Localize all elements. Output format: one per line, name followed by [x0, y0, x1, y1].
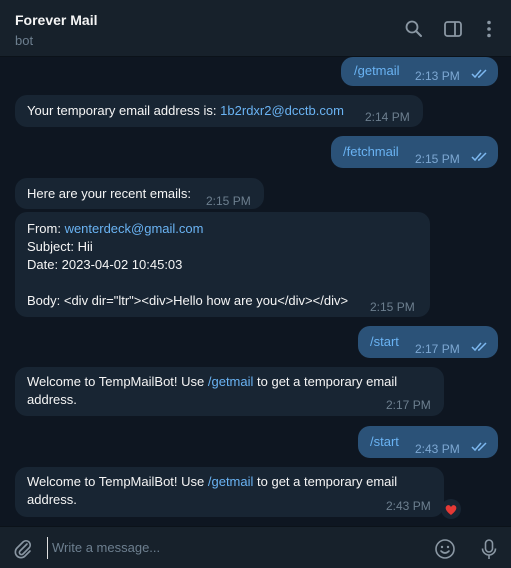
message-list[interactable]: /getmail 2:13 PM Your temporary email ad… [0, 57, 511, 526]
message-composer: Write a message... [0, 526, 511, 568]
message-time: 2:15 PM [206, 194, 251, 208]
message-input[interactable]: Write a message... [47, 537, 407, 559]
message-outgoing[interactable]: /start 2:17 PM [358, 326, 498, 358]
bot-command-link[interactable]: /start [370, 333, 399, 351]
message-text: Here are your recent emails: [27, 186, 192, 201]
message-incoming[interactable]: Here are your recent emails: 2:15 PM [15, 178, 264, 209]
heart-reaction[interactable] [441, 499, 461, 519]
message-time: 2:43 PM [386, 499, 431, 513]
message-text-line2: address. [27, 392, 77, 407]
message-text: Welcome to TempMailBot! Use /getmail to … [27, 474, 398, 489]
bot-command-link[interactable]: /start [370, 433, 399, 451]
email-from-line: From: wenterdeck@gmail.com [27, 221, 204, 236]
sidebar-toggle-icon[interactable] [443, 19, 463, 39]
emoji-icon[interactable] [434, 538, 456, 560]
heart-reaction-icon [445, 505, 457, 515]
attach-icon[interactable] [12, 538, 34, 560]
bot-command-link[interactable]: /getmail [208, 474, 254, 489]
read-checkmarks-icon [471, 69, 487, 79]
message-outgoing[interactable]: /start 2:43 PM [358, 426, 498, 458]
message-outgoing[interactable]: /fetchmail 2:15 PM [331, 136, 498, 168]
message-time: 2:17 PM [415, 342, 460, 356]
message-text: Your temporary email address is: 1b2rdxr… [27, 103, 344, 118]
message-time: 2:14 PM [365, 110, 410, 124]
message-incoming[interactable]: From: wenterdeck@gmail.com Subject: Hii … [15, 212, 430, 317]
email-date: Date: 2023-04-02 10:45:03 [27, 257, 183, 272]
chat-title[interactable]: Forever Mail [15, 12, 97, 28]
message-time: 2:43 PM [415, 442, 460, 456]
bot-command-link[interactable]: /getmail [354, 62, 400, 80]
read-checkmarks-icon [471, 152, 487, 162]
read-checkmarks-icon [471, 342, 487, 352]
message-incoming[interactable]: Welcome to TempMailBot! Use /getmail to … [15, 467, 444, 517]
message-time: 2:15 PM [370, 300, 415, 314]
bot-command-link[interactable]: /fetchmail [343, 143, 399, 161]
email-body: Body: <div dir="ltr"><div>Hello how are … [27, 293, 349, 308]
message-time: 2:15 PM [415, 152, 460, 166]
more-vertical-icon[interactable] [479, 19, 499, 39]
message-time: 2:13 PM [415, 69, 460, 83]
email-subject: Subject: Hii [27, 239, 93, 254]
message-incoming[interactable]: Your temporary email address is: 1b2rdxr… [15, 95, 423, 127]
message-text: Welcome to TempMailBot! Use /getmail to … [27, 374, 398, 389]
chat-subtitle: bot [15, 33, 34, 48]
message-outgoing[interactable]: /getmail 2:13 PM [341, 57, 498, 86]
message-incoming[interactable]: Welcome to TempMailBot! Use /getmail to … [15, 367, 444, 416]
sender-email-link[interactable]: wenterdeck@gmail.com [65, 221, 204, 236]
message-time: 2:17 PM [386, 398, 431, 412]
microphone-icon[interactable] [478, 538, 500, 560]
bot-command-link[interactable]: /getmail [208, 374, 254, 389]
email-address-link[interactable]: 1b2rdxr2@dcctb.com [220, 103, 344, 118]
chat-header: Forever Mail bot [0, 0, 511, 57]
search-icon[interactable] [404, 19, 424, 39]
read-checkmarks-icon [471, 442, 487, 452]
message-text-line2: address. [27, 492, 77, 507]
